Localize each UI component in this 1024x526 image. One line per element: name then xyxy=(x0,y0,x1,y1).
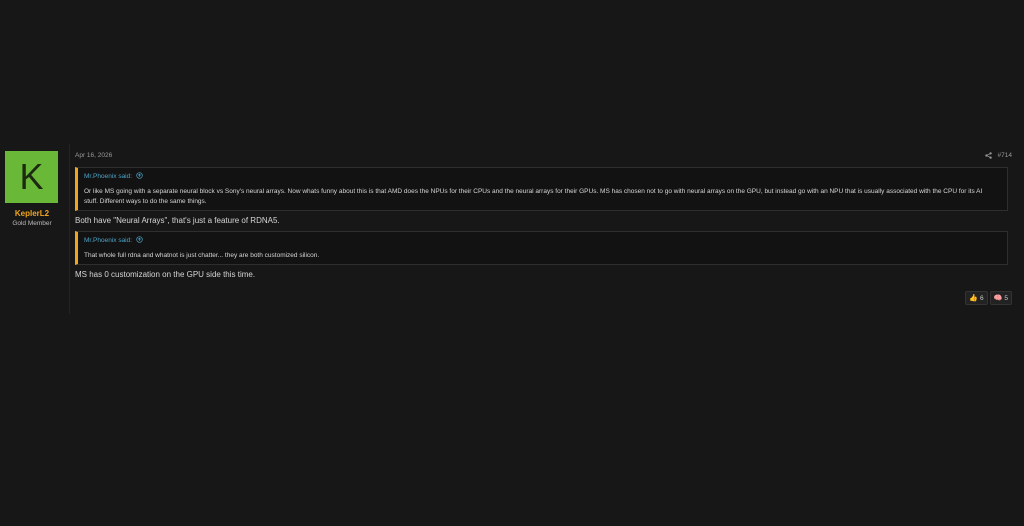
reaction-count: 5 xyxy=(1004,294,1008,302)
quote-block: Mr.Phoenix said: That whole full rdna an… xyxy=(75,231,1008,265)
quote-block: Mr.Phoenix said: Or like MS going with a… xyxy=(75,167,1008,211)
quote-header[interactable]: Mr.Phoenix said: xyxy=(84,172,143,181)
reactions-bar: 👍 6 🧠 5 xyxy=(965,291,1012,305)
page: K KeplerL2 Gold Member Apr 16, 2026 #714 xyxy=(0,0,1024,526)
reaction-count: 6 xyxy=(980,294,984,302)
post-number[interactable]: #714 xyxy=(998,152,1012,159)
quote-text: Or like MS going with a separate neural … xyxy=(84,188,983,205)
divider xyxy=(69,144,70,314)
post-date[interactable]: Apr 16, 2026 xyxy=(75,152,112,159)
quote-author[interactable]: Mr.Phoenix said: xyxy=(84,173,132,180)
forum-post: K KeplerL2 Gold Member Apr 16, 2026 #714 xyxy=(0,144,1018,314)
reaction-brain[interactable]: 🧠 5 xyxy=(989,291,1012,305)
brain-icon: 🧠 xyxy=(993,294,1003,302)
reply-text: Both have "Neural Arrays", that's just a… xyxy=(75,216,280,225)
quote-author[interactable]: Mr.Phoenix said: xyxy=(84,237,132,244)
thumbs-up-icon: 👍 xyxy=(969,294,979,302)
quote-text: That whole full rdna and whatnot is just… xyxy=(84,252,320,259)
post-meta: #714 xyxy=(984,152,1012,159)
reaction-thumbs-up[interactable]: 👍 6 xyxy=(965,291,988,305)
user-title: Gold Member xyxy=(12,220,52,227)
expand-quote-icon[interactable] xyxy=(136,236,143,245)
share-icon[interactable] xyxy=(984,152,992,159)
quote-header[interactable]: Mr.Phoenix said: xyxy=(84,236,143,245)
username[interactable]: KeplerL2 xyxy=(0,209,64,218)
reply-text: MS has 0 customization on the GPU side t… xyxy=(75,270,256,279)
expand-quote-icon[interactable] xyxy=(136,172,143,181)
avatar[interactable]: K xyxy=(5,151,58,203)
